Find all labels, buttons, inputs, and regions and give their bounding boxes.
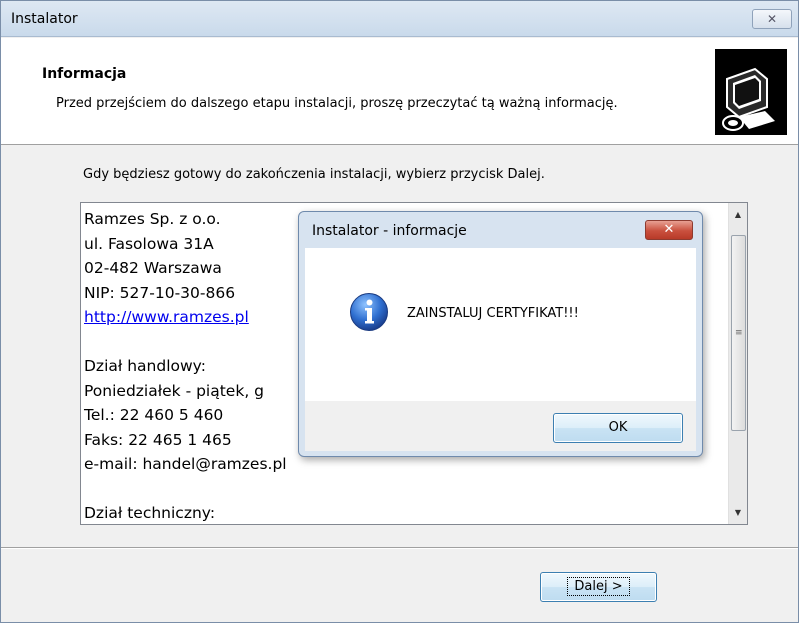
scrollbar-thumb[interactable]: ≡ [731, 235, 746, 431]
grip-icon: ≡ [735, 328, 743, 338]
information-icon [350, 293, 388, 331]
dialog-footer: OK [305, 401, 696, 451]
website-link[interactable]: http://www.ramzes.pl [84, 308, 249, 326]
scroll-down-arrow-icon[interactable]: ▼ [729, 504, 747, 521]
dialog-close-button[interactable]: ✕ [645, 220, 693, 240]
dialog-title: Instalator - informacje [312, 223, 467, 239]
message-dialog: Instalator - informacje ✕ ZAINSTALUJ CER… [298, 211, 703, 457]
ok-button[interactable]: OK [553, 413, 683, 443]
page-header: Informacja Przed przejściem do dalszego … [1, 38, 798, 145]
title-bar[interactable]: Instalator ✕ [1, 1, 798, 37]
page-title: Informacja [42, 66, 127, 82]
info-line-blank [84, 477, 724, 502]
computer-setup-icon [715, 49, 787, 135]
window-title: Instalator [11, 11, 78, 27]
next-button[interactable]: Dalej > [540, 572, 657, 602]
close-icon: ✕ [766, 12, 778, 26]
info-line: Dział techniczny: [84, 504, 216, 522]
footer-divider [1, 547, 798, 549]
dialog-body: ZAINSTALUJ CERTYFIKAT!!! [305, 248, 696, 401]
vertical-scrollbar[interactable]: ▲ ≡ ▼ [728, 203, 747, 524]
next-button-label: Dalej > [567, 577, 630, 596]
installer-window: Instalator ✕ Informacja Przed przejściem… [0, 0, 799, 623]
dialog-message: ZAINSTALUJ CERTYFIKAT!!! [407, 306, 579, 321]
page-description: Przed przejściem do dalszego etapu insta… [56, 96, 618, 111]
scroll-up-arrow-icon[interactable]: ▲ [729, 206, 747, 223]
instruction-text: Gdy będziesz gotowy do zakończenia insta… [83, 167, 545, 182]
close-icon: ✕ [663, 222, 675, 237]
window-close-button[interactable]: ✕ [752, 9, 792, 29]
